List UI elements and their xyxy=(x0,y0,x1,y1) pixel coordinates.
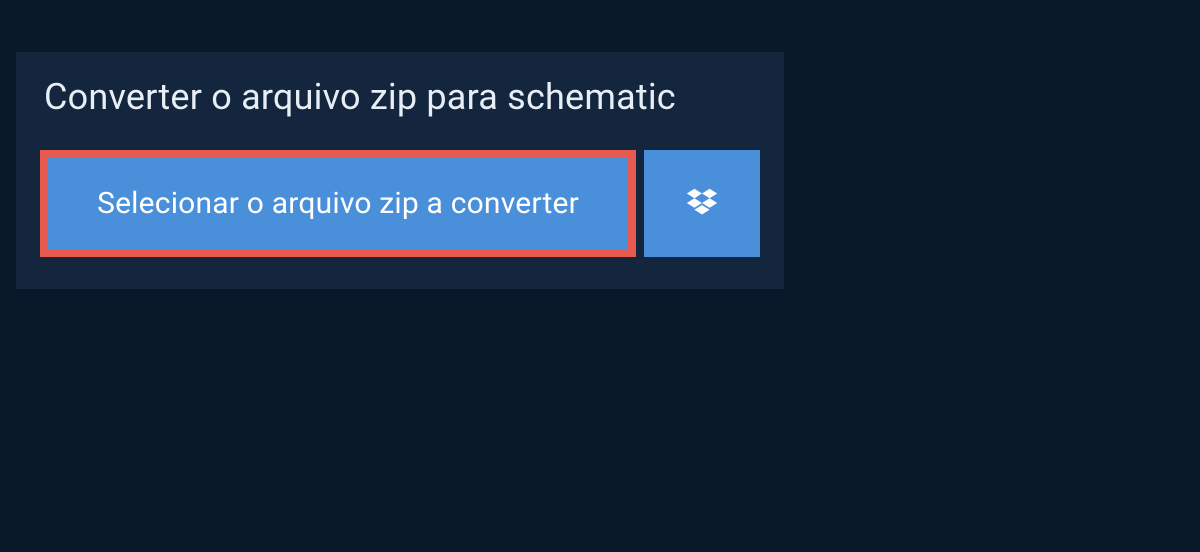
page-title: Converter o arquivo zip para schematic xyxy=(44,76,756,118)
dropbox-button[interactable] xyxy=(644,150,760,257)
panel-header: Converter o arquivo zip para schematic xyxy=(16,52,784,150)
dropbox-icon xyxy=(683,185,721,223)
select-file-wrapper: Selecionar o arquivo zip a converter xyxy=(40,150,636,257)
select-file-button[interactable]: Selecionar o arquivo zip a converter xyxy=(48,158,628,249)
button-row: Selecionar o arquivo zip a converter xyxy=(16,150,784,257)
converter-panel: Converter o arquivo zip para schematic S… xyxy=(16,52,784,289)
